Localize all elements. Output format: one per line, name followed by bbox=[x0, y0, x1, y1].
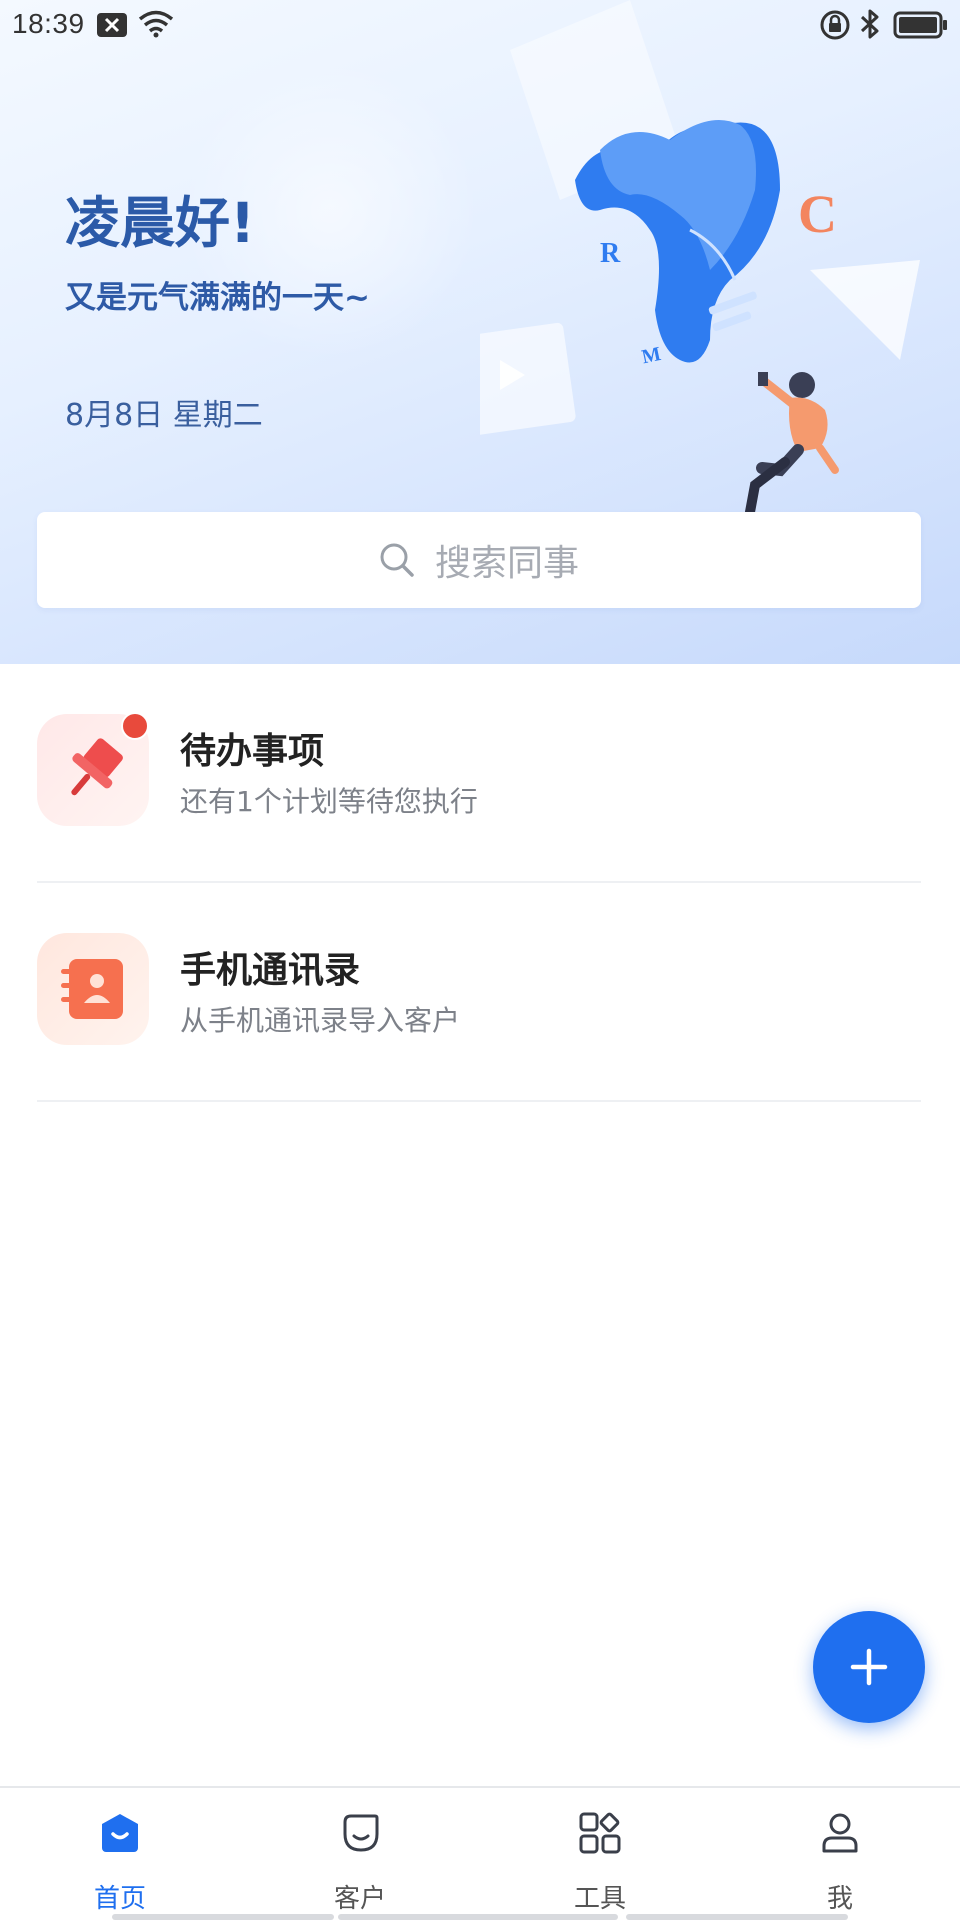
contacts-subtitle: 从手机通讯录导入客户 bbox=[180, 1004, 461, 1037]
nav-indicator bbox=[338, 1914, 618, 1920]
nav-customers[interactable]: 客户 bbox=[240, 1788, 480, 1918]
letter-m: M bbox=[640, 343, 663, 368]
current-date: 8月8日 星期二 bbox=[65, 398, 263, 433]
nav-tools-label: 工具 bbox=[573, 1884, 626, 1914]
greeting-title: 凌晨好! bbox=[65, 191, 256, 255]
letter-c: C bbox=[798, 184, 837, 244]
todo-subtitle: 还有1个计划等待您执行 bbox=[180, 785, 478, 818]
customer-icon bbox=[343, 1814, 379, 1852]
contacts-book-icon bbox=[61, 959, 123, 1019]
list-item-todo[interactable]: 待办事项 还有1个计划等待您执行 bbox=[37, 664, 921, 883]
nav-indicator bbox=[626, 1914, 848, 1920]
nav-customers-label: 客户 bbox=[333, 1884, 386, 1914]
nav-me[interactable]: 我 bbox=[720, 1788, 960, 1918]
search-icon bbox=[380, 543, 414, 577]
todo-title: 待办事项 bbox=[180, 731, 325, 772]
nav-me-label: 我 bbox=[826, 1884, 853, 1914]
nav-tools[interactable]: 工具 bbox=[480, 1788, 720, 1918]
todo-badge bbox=[121, 712, 149, 740]
hero-illustration: R C M bbox=[480, 0, 920, 517]
notification-icon bbox=[97, 13, 127, 37]
nav-indicator bbox=[112, 1914, 334, 1920]
home-icon bbox=[102, 1814, 138, 1852]
tools-icon bbox=[579, 1812, 621, 1854]
status-time: 18:39 bbox=[12, 8, 85, 39]
list-item-contacts[interactable]: 手机通讯录 从手机通讯录导入客户 bbox=[37, 883, 921, 1102]
search-colleague-input[interactable]: 搜索同事 bbox=[37, 512, 921, 608]
nav-home[interactable]: 首页 bbox=[0, 1788, 240, 1918]
search-placeholder: 搜索同事 bbox=[434, 543, 579, 584]
profile-icon bbox=[822, 1813, 858, 1853]
letter-r: R bbox=[600, 238, 621, 269]
contacts-icon-tile bbox=[37, 933, 149, 1045]
wifi-icon bbox=[138, 10, 174, 38]
bottom-navigation: 首页 客户 工具 我 bbox=[0, 1786, 960, 1920]
add-fab-button[interactable] bbox=[813, 1611, 925, 1723]
header-banner: 18:39 凌晨好! 又是元气满满的一天~ 8月8日 星期二 R C M 搜索同… bbox=[0, 0, 960, 664]
greeting-subtitle: 又是元气满满的一天~ bbox=[65, 280, 370, 316]
nav-home-label: 首页 bbox=[93, 1884, 146, 1914]
contacts-title: 手机通讯录 bbox=[180, 950, 361, 991]
plus-icon bbox=[850, 1648, 888, 1686]
